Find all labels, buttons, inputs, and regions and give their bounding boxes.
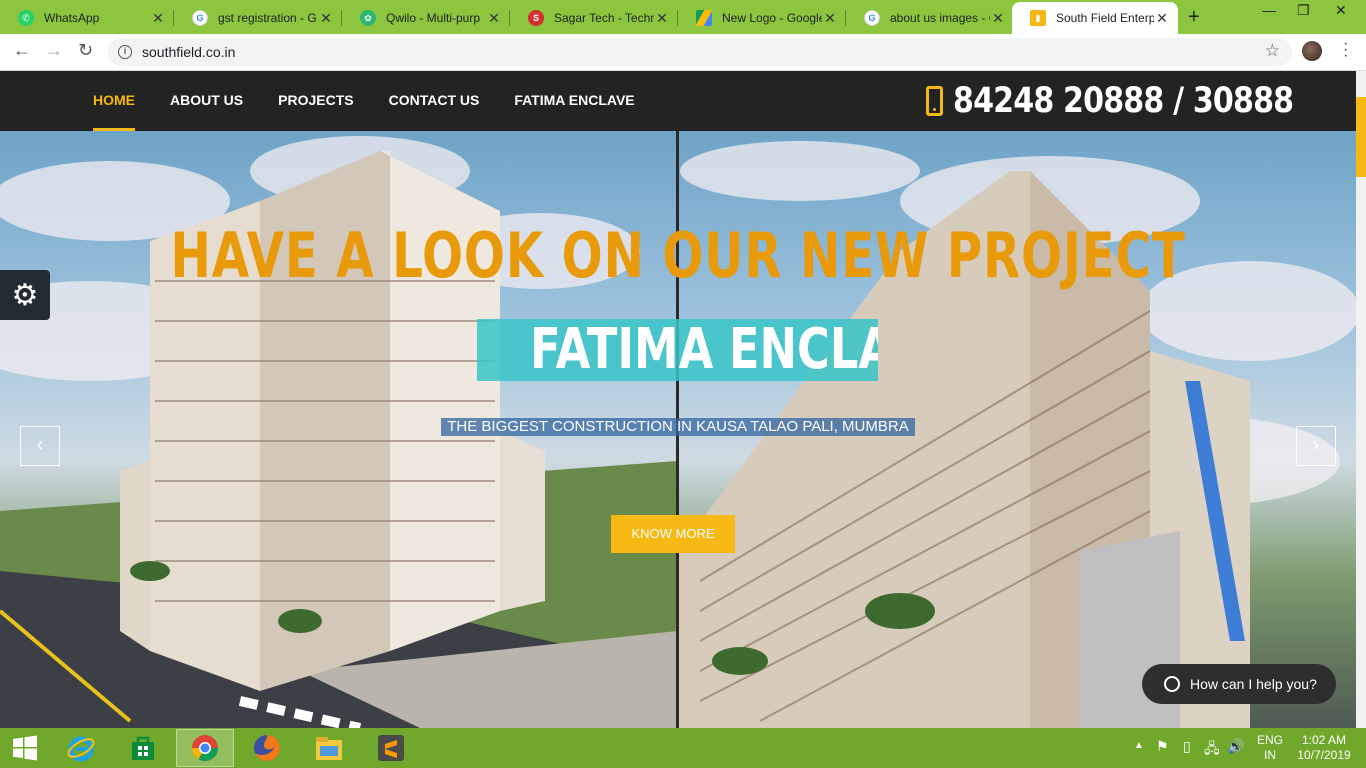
info-icon[interactable]: i	[118, 45, 132, 59]
clock[interactable]: 1:02 AM 10/7/2019	[1294, 733, 1354, 763]
chevron-right-icon: ›	[1312, 434, 1320, 456]
clock-date: 10/7/2019	[1297, 748, 1351, 762]
firefox-icon[interactable]	[238, 729, 296, 767]
scrollbar-thumb[interactable]	[1356, 97, 1366, 177]
tab-title: Sagar Tech - Techn	[554, 11, 654, 25]
tab-new-logo[interactable]: New Logo - Google ✕	[678, 2, 846, 34]
tab-title: South Field Enterpr	[1056, 11, 1154, 25]
tab-qwilo[interactable]: ✿ Qwilo - Multi-purp ✕	[342, 2, 510, 34]
sublime-text-icon[interactable]	[362, 729, 420, 767]
windows-taskbar: ▲ ⚑ ▯ 🖧 🔊 ENG IN 1:02 AM 10/7/2019	[0, 728, 1366, 768]
slider-prev-button[interactable]: ‹	[20, 426, 60, 466]
tab-title: about us images - G	[890, 11, 990, 25]
tab-title: gst registration - G	[218, 11, 317, 25]
back-arrow-icon[interactable]: ←	[13, 40, 31, 61]
tab-about-us-images[interactable]: G about us images - G ✕	[846, 2, 1014, 34]
southfield-icon: ▮	[1030, 10, 1046, 26]
profile-avatar[interactable]	[1302, 41, 1322, 61]
tab-title: New Logo - Google	[722, 11, 822, 25]
tab-title: Qwilo - Multi-purp	[386, 11, 481, 25]
hero-tagline: THE BIGGEST CONSTRUCTION IN KAUSA TALAO …	[441, 418, 915, 436]
new-tab-button[interactable]: +	[1188, 6, 1200, 29]
more-menu-icon[interactable]: · · ·	[1343, 36, 1348, 64]
google-icon: G	[864, 10, 880, 26]
internet-explorer-icon[interactable]	[52, 729, 110, 767]
battery-icon[interactable]: ▯	[1183, 738, 1191, 755]
google-icon: G	[192, 10, 208, 26]
chrome-icon[interactable]	[176, 729, 234, 767]
close-icon[interactable]: ✕	[150, 10, 166, 27]
page-scrollbar[interactable]	[1356, 71, 1366, 728]
google-drive-icon	[696, 10, 712, 26]
action-center-flag-icon[interactable]: ⚑	[1156, 738, 1169, 755]
tab-sagar-tech[interactable]: S Sagar Tech - Techn ✕	[510, 2, 678, 34]
close-icon[interactable]: ✕	[1154, 10, 1170, 27]
nav-about-us[interactable]: ABOUT US	[170, 71, 243, 131]
windows-logo-icon	[13, 735, 37, 761]
know-more-button[interactable]: KNOW MORE	[611, 515, 735, 553]
region-code: IN	[1264, 748, 1276, 762]
browser-toolbar: ← → ↻ i southfield.co.in ☆ · · ·	[0, 34, 1366, 71]
store-icon[interactable]	[114, 729, 172, 767]
close-icon[interactable]: ✕	[822, 10, 838, 27]
tab-whatsapp[interactable]: ✆ WhatsApp ✕	[0, 2, 174, 34]
chat-label: How can I help you?	[1190, 676, 1317, 692]
hero-slider: ⚙ HAVE A LOOK ON OUR NEW PROJECT FATIMA …	[0, 131, 1356, 728]
close-window-button[interactable]: ✕	[1335, 2, 1347, 19]
chevron-left-icon: ‹	[36, 434, 44, 456]
sagartech-icon: S	[528, 10, 544, 26]
show-hidden-icons-button[interactable]: ▲	[1134, 740, 1144, 751]
nav-projects[interactable]: PROJECTS	[278, 71, 353, 131]
network-icon[interactable]: 🖧	[1204, 738, 1220, 762]
language-code: ENG	[1256, 733, 1283, 747]
volume-icon[interactable]: 🔊	[1227, 738, 1244, 755]
forward-arrow-icon[interactable]: →	[45, 40, 63, 61]
whatsapp-icon: ✆	[18, 10, 34, 26]
site-header: HOME ABOUT US PROJECTS CONTACT US FATIMA…	[0, 71, 1356, 131]
close-icon[interactable]: ✕	[654, 10, 670, 27]
url-text[interactable]: southfield.co.in	[142, 44, 235, 60]
clock-time: 1:02 AM	[1301, 733, 1347, 747]
whatsapp-icon	[1164, 676, 1180, 692]
nav-contact-us[interactable]: CONTACT US	[389, 71, 480, 131]
phone-contact: 84248 20888 / 30888	[926, 81, 1349, 121]
phone-number[interactable]: 84248 20888 / 30888	[953, 81, 1294, 121]
hero-project-name: FATIMA ENCLAVE	[477, 319, 878, 381]
tab-title: WhatsApp	[44, 11, 100, 25]
close-icon[interactable]: ✕	[486, 10, 502, 27]
close-icon[interactable]: ✕	[318, 10, 334, 27]
restore-button[interactable]: ❐	[1297, 2, 1310, 19]
tab-gst-registration[interactable]: G gst registration - G ✕	[174, 2, 342, 34]
gear-icon: ⚙	[11, 278, 39, 312]
mobile-phone-icon	[926, 86, 943, 116]
nav-fatima-enclave[interactable]: FATIMA ENCLAVE	[514, 71, 634, 131]
settings-gear-button[interactable]: ⚙	[0, 270, 50, 320]
hero-heading: HAVE A LOOK ON OUR NEW PROJECT	[170, 219, 1186, 292]
bookmark-star-icon[interactable]: ☆	[1265, 41, 1280, 61]
slider-next-button[interactable]: ›	[1296, 426, 1336, 466]
language-indicator[interactable]: ENG IN	[1252, 733, 1288, 763]
file-explorer-icon[interactable]	[300, 729, 358, 767]
browser-tab-strip: ✆ WhatsApp ✕ G gst registration - G ✕ ✿ …	[0, 0, 1366, 34]
project-name-text: FATIMA ENCLAVE	[530, 319, 878, 381]
address-bar[interactable]: i southfield.co.in ☆	[108, 38, 1292, 66]
nav-home[interactable]: HOME	[93, 71, 135, 131]
tab-south-field[interactable]: ▮ South Field Enterpr ✕	[1012, 2, 1178, 34]
start-button[interactable]	[0, 729, 50, 767]
whatsapp-chat-button[interactable]: How can I help you?	[1142, 664, 1336, 704]
minimize-button[interactable]: —	[1262, 2, 1276, 18]
main-nav: HOME ABOUT US PROJECTS CONTACT US FATIMA…	[93, 71, 670, 131]
reload-icon[interactable]: ↻	[78, 40, 93, 61]
close-icon[interactable]: ✕	[990, 10, 1006, 27]
qwilo-icon: ✿	[360, 10, 376, 26]
